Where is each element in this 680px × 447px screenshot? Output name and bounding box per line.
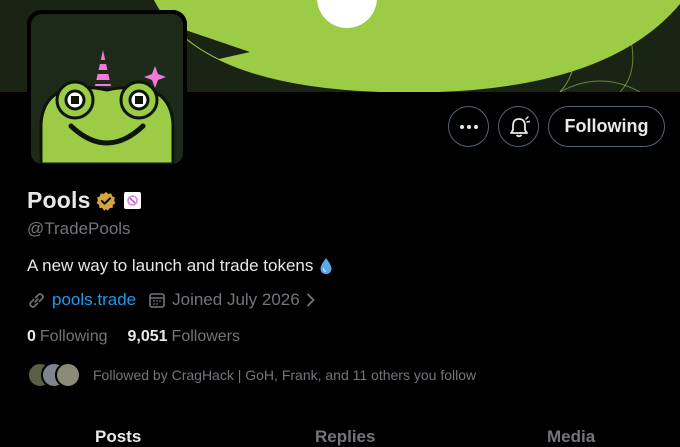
notifications-button[interactable] [498, 106, 539, 147]
handle: @TradePools [27, 219, 131, 238]
joined-date: Joined July 2026 [172, 290, 300, 309]
following-stat[interactable]: 0 Following [27, 328, 108, 346]
notification-bell-icon [509, 115, 530, 137]
tab-media[interactable]: Media [547, 427, 595, 447]
verified-badge-icon[interactable] [96, 191, 116, 211]
followers-stat[interactable]: 9,051 Followers [128, 328, 241, 346]
tab-posts[interactable]: Posts [95, 427, 141, 447]
followed-by-text[interactable]: Followed by CragHack | GoH, Frank, and 1… [93, 367, 476, 383]
following-count: 0 [27, 328, 36, 345]
mutual-avatar [55, 362, 81, 388]
follow-stats: 0 Following 9,051 Followers [27, 328, 240, 346]
more-button[interactable] [448, 106, 489, 147]
website-item[interactable]: pools.trade [27, 290, 136, 310]
following-button[interactable]: Following [548, 106, 665, 147]
following-label: Following [39, 328, 108, 345]
calendar-icon [149, 293, 165, 308]
bio-text: A new way to launch and trade tokens [27, 256, 314, 275]
profile-tabs: Posts Replies Media [0, 424, 680, 447]
link-icon [29, 292, 44, 308]
followed-by: Followed by CragHack | GoH, Frank, and 1… [27, 362, 476, 388]
tab-replies[interactable]: Replies [315, 427, 375, 447]
affiliate-badge-icon[interactable] [123, 192, 141, 209]
avatar[interactable] [27, 10, 187, 168]
profile-meta: pools.trade Joined July 2026 [27, 290, 321, 310]
bio: A new way to launch and trade tokens [27, 256, 333, 276]
display-name: Pools [27, 187, 91, 213]
mutual-avatars[interactable] [27, 362, 83, 388]
joined-item[interactable]: Joined July 2026 [148, 290, 321, 310]
name-row: Pools [27, 187, 141, 214]
more-icon [459, 124, 478, 129]
droplet-icon [320, 258, 332, 274]
followers-label: Followers [171, 328, 241, 345]
chevron-right-icon [306, 293, 315, 307]
followers-count: 9,051 [127, 328, 168, 345]
website-link[interactable]: pools.trade [52, 290, 136, 310]
frog-unicorn-avatar [31, 14, 183, 164]
profile-page: Following Pools @TradePools A new way to… [0, 0, 680, 447]
